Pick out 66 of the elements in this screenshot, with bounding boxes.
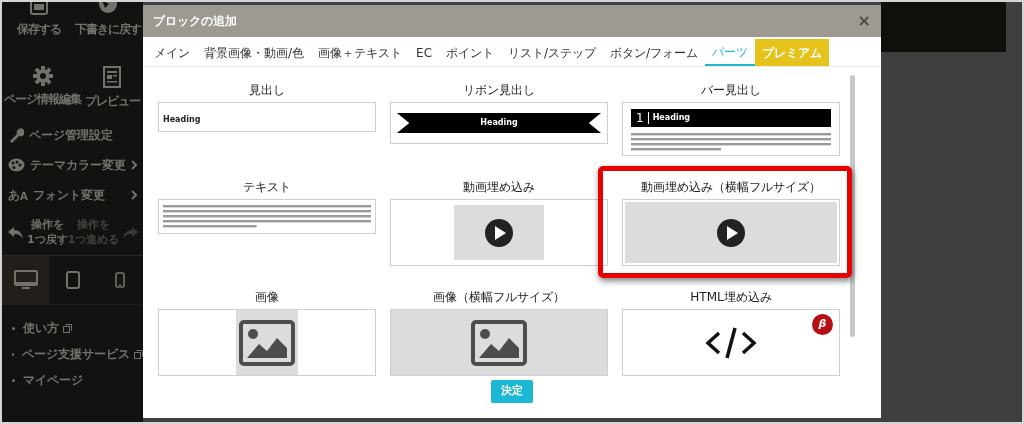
tab[interactable]: ボタン/フォーム (603, 39, 706, 66)
confirm-button[interactable]: 決定 (491, 380, 533, 403)
bullet-icon (12, 326, 15, 330)
dialog-title: ブロックの追加 (153, 13, 237, 30)
redo-icon (122, 225, 139, 240)
block-preview[interactable] (158, 309, 376, 376)
toolbar-button[interactable]: 保存する (4, 2, 74, 38)
tab[interactable]: ポイント (439, 39, 501, 66)
phone-icon (114, 272, 125, 288)
image-icon (239, 319, 295, 366)
play-icon (716, 217, 746, 248)
menu-item[interactable]: テーマカラー変更 (2, 150, 143, 180)
palette-icon (8, 158, 25, 172)
play-icon (484, 217, 514, 248)
settings-icon (32, 66, 53, 86)
image-icon (471, 319, 527, 366)
block-preview[interactable]: β (622, 309, 840, 376)
device-toggle[interactable] (2, 256, 49, 304)
block-preview[interactable] (390, 309, 608, 376)
desktop-icon (13, 270, 38, 290)
block-label: 画像（横幅フルサイズ） (433, 289, 565, 306)
bullet-icon (12, 378, 15, 382)
wrench-icon (8, 127, 24, 143)
block-label: リボン見出し (463, 82, 535, 99)
block-preview[interactable] (390, 199, 608, 266)
scrollbar[interactable] (850, 75, 855, 337)
block-label: テキスト (243, 179, 291, 196)
document-icon (103, 66, 121, 88)
beta-badge: β (812, 314, 833, 335)
block-preview[interactable]: 1 Heading (622, 102, 840, 156)
number-label: 1 (636, 112, 649, 124)
menu-item[interactable]: あA フォント変更 (2, 180, 143, 210)
menu-item[interactable]: ページ管理設定 (2, 120, 143, 150)
block-preview[interactable]: Heading (158, 102, 376, 132)
heading-sample: Heading (163, 115, 201, 124)
font-icon: あA (8, 186, 28, 204)
tab[interactable]: メイン (147, 39, 197, 66)
sidebar-link[interactable]: ページ支援サービス (22, 345, 143, 363)
close-button[interactable]: × (857, 13, 871, 29)
tablet-icon (65, 271, 80, 289)
heading-sample: Heading (652, 112, 691, 124)
external-link-icon (63, 323, 72, 333)
tab[interactable]: 背景画像・動画/色 (197, 39, 312, 66)
block-label: バー見出し (701, 82, 761, 99)
toolbar-button[interactable]: ページ情報編集 (4, 66, 81, 110)
sidebar-link[interactable]: 使い方 (23, 319, 72, 337)
block-label: 見出し (249, 82, 285, 99)
history-button[interactable]: 操作を 1つ戻す (8, 218, 68, 247)
code-icon (705, 326, 757, 359)
tab[interactable]: 画像＋テキスト (311, 39, 410, 66)
external-link-icon (134, 349, 143, 359)
undo-icon (8, 225, 24, 240)
sidebar-link[interactable]: マイページ (23, 371, 83, 389)
block-label: HTML埋め込み (690, 289, 772, 306)
block-label: 動画埋め込み（横幅フルサイズ） (641, 179, 821, 196)
toolbar-button[interactable]: プレビュー (81, 66, 143, 110)
toolbar-button[interactable]: 下書きに戻す (73, 2, 143, 38)
block-preview[interactable]: Heading (390, 102, 608, 144)
block-label: 画像 (255, 289, 279, 306)
tab[interactable]: EC (409, 39, 439, 66)
chevron-icon (131, 160, 137, 170)
tab[interactable]: リスト/ステップ (501, 39, 604, 66)
chevron-icon (131, 190, 137, 200)
save-icon (27, 2, 50, 16)
block-label: 動画埋め込み (463, 179, 535, 196)
heading-sample: Heading (480, 117, 518, 129)
